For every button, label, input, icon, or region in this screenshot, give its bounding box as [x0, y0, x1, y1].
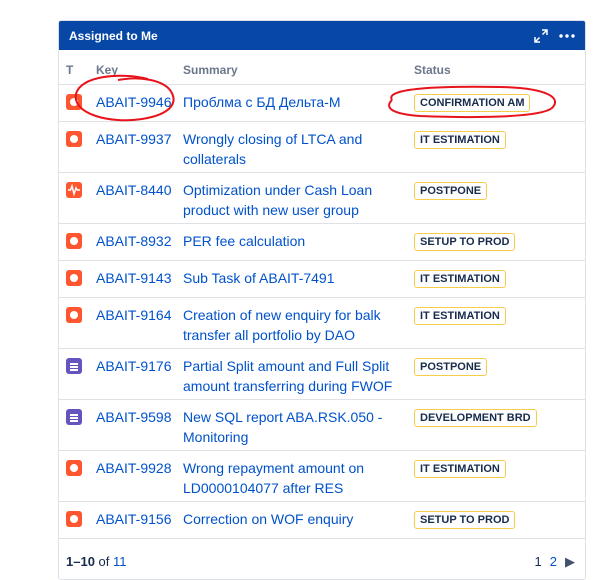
issue-summary-link[interactable]: Partial Split amount and Full Split amou…	[183, 358, 392, 394]
bug-icon	[66, 233, 82, 249]
table-row: ABAIT-8440 Optimization under Cash Loan …	[59, 172, 585, 224]
table-header-row: T Key Summary Status	[59, 56, 585, 85]
issue-summary-link[interactable]: Wrongly closing of LTCA and collaterals	[183, 131, 362, 167]
issue-summary-link[interactable]: Sub Task of ABAIT-7491	[183, 270, 335, 286]
results-of-label: of	[98, 554, 110, 569]
results-range: 1–10	[66, 554, 95, 569]
gadget-title: Assigned to Me	[69, 28, 158, 43]
issue-summary-link[interactable]: Wrong repayment amount on LD0000104077 a…	[183, 460, 364, 496]
issue-summary-link[interactable]: Optimization under Cash Loan product wit…	[183, 182, 372, 218]
table-row: ABAIT-9156 Correction on WOF enquiry SET…	[59, 501, 585, 539]
status-badge: SETUP TO PROD	[414, 511, 516, 529]
issue-key-link[interactable]: ABAIT-9937	[96, 131, 172, 147]
results-total-link[interactable]: 11	[113, 554, 127, 569]
table-row: ABAIT-9598 New SQL report ABA.RSK.050 - …	[59, 399, 585, 451]
status-badge: POSTPONE	[414, 182, 488, 200]
issue-summary-link[interactable]: Correction on WOF enquiry	[183, 511, 353, 527]
issue-key-link[interactable]: ABAIT-9598	[96, 409, 172, 425]
status-badge: POSTPONE	[414, 358, 488, 376]
expand-icon[interactable]	[533, 28, 549, 44]
column-header-type[interactable]: T	[59, 56, 96, 85]
issues-table: T Key Summary Status ABAIT-9946 Проблма …	[59, 56, 585, 539]
table-row: ABAIT-8932 PER fee calculation SETUP TO …	[59, 223, 585, 261]
table-row: ABAIT-9176 Partial Split amount and Full…	[59, 348, 585, 400]
column-header-summary[interactable]: Summary	[183, 56, 414, 85]
issue-key-link[interactable]: ABAIT-9156	[96, 511, 172, 527]
bug-icon	[66, 307, 82, 323]
page-1[interactable]: 1	[535, 554, 542, 570]
issue-summary-link[interactable]: Creation of new enquiry for balk transfe…	[183, 307, 381, 343]
table-row: ABAIT-9937 Wrongly closing of LTCA and c…	[59, 121, 585, 173]
bug-icon	[66, 511, 82, 527]
table-row: ABAIT-9946 Проблма с БД Дельта-М CONFIRM…	[59, 84, 585, 122]
next-page-icon[interactable]: ▶	[565, 554, 575, 570]
results-count: 1–10 of 11	[66, 554, 127, 569]
issue-key-link[interactable]: ABAIT-9143	[96, 270, 172, 286]
story-icon	[66, 409, 82, 425]
table-row: ABAIT-9164 Creation of new enquiry for b…	[59, 297, 585, 349]
table-row: ABAIT-9143 Sub Task of ABAIT-7491 IT EST…	[59, 260, 585, 298]
status-badge: IT ESTIMATION	[414, 131, 506, 149]
bug-icon	[66, 270, 82, 286]
story-icon	[66, 358, 82, 374]
table-row: ABAIT-9928 Wrong repayment amount on LD0…	[59, 450, 585, 502]
status-badge: IT ESTIMATION	[414, 307, 506, 325]
bug-icon	[66, 131, 82, 147]
issue-summary-link[interactable]: PER fee calculation	[183, 233, 305, 249]
issue-key-link[interactable]: ABAIT-9164	[96, 307, 172, 323]
status-badge: IT ESTIMATION	[414, 270, 506, 288]
bug-icon	[66, 460, 82, 476]
issue-key-link[interactable]: ABAIT-8440	[96, 182, 172, 198]
assigned-to-me-gadget: Assigned to Me T Key Summary Status ABAI…	[58, 20, 586, 580]
gadget-header: Assigned to Me	[59, 21, 585, 50]
issue-summary-link[interactable]: New SQL report ABA.RSK.050 - Monitoring	[183, 409, 382, 445]
column-header-status[interactable]: Status	[414, 56, 585, 85]
issue-summary-link[interactable]: Проблма с БД Дельта-М	[183, 94, 340, 110]
incident-icon	[66, 182, 82, 198]
status-badge: IT ESTIMATION	[414, 460, 506, 478]
header-tools	[533, 28, 575, 44]
status-badge: DEVELOPMENT BRD	[414, 409, 537, 427]
issue-key-link[interactable]: ABAIT-8932	[96, 233, 172, 249]
status-badge: SETUP TO PROD	[414, 233, 516, 251]
column-header-key[interactable]: Key	[96, 56, 183, 85]
pagination: 1 2 ▶	[535, 554, 575, 570]
issue-key-link[interactable]: ABAIT-9928	[96, 460, 172, 476]
page-2-link[interactable]: 2	[550, 554, 557, 570]
more-icon[interactable]	[559, 28, 575, 44]
issue-key-link[interactable]: ABAIT-9946	[96, 94, 172, 110]
status-badge: CONFIRMATION AM	[414, 94, 531, 112]
issue-key-link[interactable]: ABAIT-9176	[96, 358, 172, 374]
bug-icon	[66, 94, 82, 110]
